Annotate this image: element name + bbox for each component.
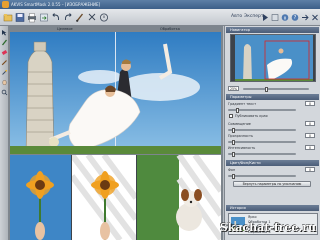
app-logo-icon: [2, 1, 9, 8]
magic-tool-icon[interactable]: [1, 69, 8, 76]
history-header[interactable]: История: [226, 205, 319, 211]
history-item[interactable]: Ярко: [248, 215, 257, 219]
setting-2-slider[interactable]: [228, 127, 296, 133]
setting-3-value[interactable]: 0: [305, 133, 315, 138]
window-title: AKVIS SmartMask 2.0.55 – [ИЗОБРАЖЕНИЕ]: [11, 2, 101, 7]
checkbox-label: Публиковать края: [235, 114, 268, 118]
reset-defaults-button[interactable]: Вернуть параметры по умолчанию: [233, 181, 311, 187]
svg-text:?: ?: [294, 15, 297, 21]
brush-tool-icon[interactable]: [1, 39, 8, 46]
setting-1-slider[interactable]: [228, 107, 296, 113]
open-file-icon[interactable]: [3, 12, 13, 23]
zoom-tool-icon[interactable]: [1, 89, 8, 96]
setting-1-label: Градиент текст: [228, 102, 257, 106]
tab-after[interactable]: Обработка: [160, 27, 180, 31]
redo-icon[interactable]: [63, 12, 73, 23]
tools-panel: [0, 26, 9, 240]
info-icon[interactable]: [87, 12, 97, 23]
export-icon[interactable]: [39, 12, 49, 23]
arrow-icon[interactable]: [300, 12, 310, 23]
brush-settings-icon[interactable]: [75, 12, 85, 23]
setting-3-label: Прозрачность: [228, 134, 253, 138]
sample-thumbnails: [10, 155, 221, 240]
zoom-slider[interactable]: [243, 86, 309, 92]
color-label: Фон: [228, 168, 236, 172]
tab-before[interactable]: Целевое: [57, 27, 73, 31]
zoom-bar: 25%: [228, 85, 318, 92]
close-icon[interactable]: [310, 12, 320, 23]
settings-icon[interactable]: [270, 12, 280, 23]
setting-1-value[interactable]: 0: [305, 101, 315, 106]
navigator-header[interactable]: Навигатор: [226, 27, 319, 33]
undo-icon[interactable]: [51, 12, 61, 23]
mode-auto-button[interactable]: Авто: [231, 14, 242, 19]
watermark: Skachat-free.ru: [219, 221, 316, 234]
main-photo[interactable]: [10, 32, 221, 154]
zoom-value[interactable]: 25%: [228, 86, 239, 91]
pencil-tool-icon[interactable]: [1, 59, 8, 66]
settings-panel: Навигатор 25% Параметры Градиент текст 0…: [224, 26, 320, 240]
color-section-header[interactable]: Цвет/Фон/Кисти: [226, 160, 319, 166]
application-window: AKVIS SmartMask 2.0.55 – [ИЗОБРАЖЕНИЕ] А…: [0, 0, 320, 240]
hand-tool-icon[interactable]: [1, 79, 8, 86]
run-icon[interactable]: [260, 12, 270, 23]
setting-2-value[interactable]: 0: [305, 121, 315, 126]
thumbnail-flower-blue[interactable]: [10, 155, 71, 240]
help-icon[interactable]: ?: [290, 12, 300, 23]
title-bar: AKVIS SmartMask 2.0.55 – [ИЗОБРАЖЕНИЕ]: [0, 0, 320, 9]
parameters-header[interactable]: Параметры: [226, 94, 319, 100]
eraser-tool-icon[interactable]: [1, 49, 8, 56]
feather-edges-checkbox[interactable]: [229, 114, 233, 118]
save-file-icon[interactable]: [15, 12, 25, 23]
color-slider[interactable]: [228, 173, 296, 179]
thumbnail-flower-transparent[interactable]: [72, 155, 136, 240]
setting-4-label: Интенсивность: [228, 146, 256, 150]
setting-3-slider[interactable]: [228, 139, 296, 145]
main-toolbar: Авто Эксперт ?: [0, 9, 320, 26]
thumbnail-dog[interactable]: [137, 155, 221, 240]
help-icon[interactable]: [99, 12, 109, 23]
setting-4-value[interactable]: 0: [305, 145, 315, 150]
setting-2-label: Совмещение: [228, 122, 251, 126]
about-icon[interactable]: [280, 12, 290, 23]
print-icon[interactable]: [27, 12, 37, 23]
setting-4-slider[interactable]: [228, 151, 296, 157]
color-value[interactable]: 0: [305, 167, 315, 172]
select-tool-icon[interactable]: [1, 29, 8, 36]
navigator-preview[interactable]: [230, 34, 316, 82]
